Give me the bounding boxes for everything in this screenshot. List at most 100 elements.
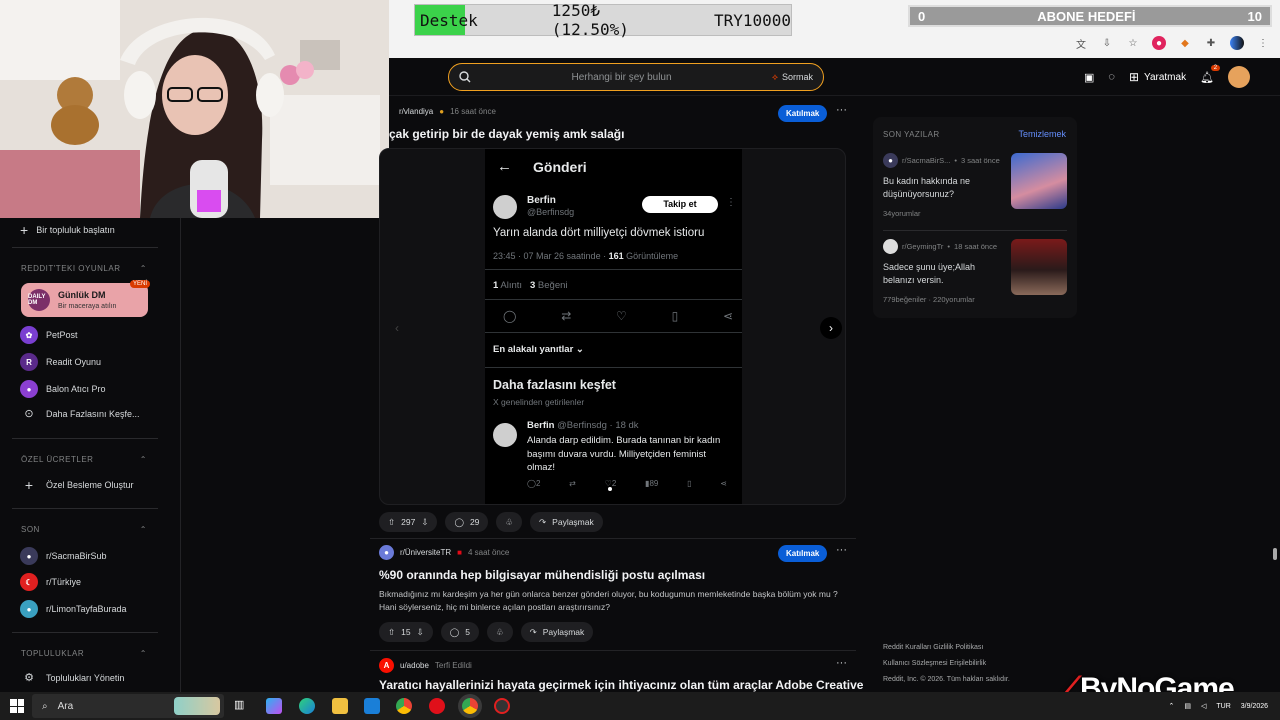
recent-sub-3[interactable]: ● r/LimonTayfaBurada [20,600,127,618]
award-icon: ♧ [495,626,504,637]
recent-post-1[interactable]: ● r/SacmaBirS... • 3 saat önce Bu kadın hak… [883,153,1067,223]
join-button[interactable]: Katılmak [778,105,828,122]
volume-icon[interactable]: ◁ [1201,702,1206,710]
recent-sub-2[interactable]: ☾ r/Türkiye [20,573,81,591]
translate-icon[interactable]: 文 [1074,36,1088,51]
daily-dm-card[interactable]: DAILY DM Günlük DM Bir maceraya atılın Y… [21,280,150,317]
opera-icon[interactable] [429,698,445,714]
tweet-text: Yarın alanda dört milliyetçi dövmek isti… [493,227,705,239]
search-highlight-image [174,697,220,715]
chat-icon[interactable]: ◌ [1108,71,1115,83]
search-bar[interactable]: Herhangi bir şey bulun ⟡ Sormak [448,63,824,91]
recent-post-title: Bu kadın hakkında ne düşünüyorsunuz? [883,176,971,199]
network-icon[interactable]: ▤ [1184,702,1191,710]
store-icon[interactable] [364,698,380,714]
copilot-icon[interactable] [266,698,282,714]
post-3-author[interactable]: u/adobe [400,661,429,670]
ads-icon[interactable]: ▣ [1084,71,1094,84]
discover-more-subtitle: X genelinden getirilenler [493,397,585,407]
recent-post-2[interactable]: r/GeymingTr • 18 saat önce Sadece şunu üye… [883,239,1067,309]
chevron-up-icon[interactable]: ⌃ [1168,702,1174,710]
footer-line-2[interactable]: Kullanıcı Sözleşmesi Erişilebilirlik [883,656,1073,672]
communities-title: TOPLULUKLAR [21,649,85,658]
daily-dm-logo: DAILY DM [28,289,50,311]
chrome-active-icon[interactable] [462,698,478,714]
more-options-icon[interactable]: ··· [836,657,847,669]
upvote-icon[interactable]: ⇧ [388,517,395,528]
chevron-up-icon: ⌃ [139,525,147,534]
upvote-icon[interactable]: ⇧ [388,627,395,638]
chrome-icon[interactable] [396,698,412,714]
install-app-icon[interactable]: ⇩ [1100,36,1114,50]
task-view-icon[interactable]: ▥ [234,698,250,714]
post-1-title[interactable]: çak getirip bir de dayak yemiş amk salağ… [389,127,624,141]
ask-button[interactable]: ⟡ Sormak [772,72,813,83]
scrollbar-thumb[interactable] [1273,548,1277,560]
post-1-subreddit[interactable]: r/vlandiya [399,107,433,116]
more-options-icon[interactable]: ··· [836,104,847,116]
adblock-icon[interactable]: ● [1152,36,1166,50]
gamepad-icon: ⊙ [24,408,34,420]
clear-recent-button[interactable]: Temizlemek [1018,129,1066,139]
create-button[interactable]: ⊞ Yaratmak [1129,70,1186,84]
footer-line-1[interactable]: Reddit Kuralları Gizlilik Politikası [883,640,1073,656]
share-icon: ↷ [529,626,537,637]
game-balon[interactable]: ● Balon Atıcı Pro [20,380,106,398]
custom-feeds-header[interactable]: ÖZEL ÜCRETLER ⌃ [21,455,147,464]
post-1-media[interactable]: ‹ › ← Gönderi Berfin @Berfinsdg Takip et… [379,148,846,505]
taskbar-search[interactable]: ⌕ Ara [32,694,224,718]
clock-date[interactable]: 3/9/2026 [1241,703,1268,710]
prev-image-icon[interactable]: ‹ [386,317,408,339]
recent-header[interactable]: SON ⌃ [21,525,147,534]
start-community-link[interactable]: + Bir topluluk başlatın [20,222,115,238]
share-button[interactable]: ↷ Paylaşmak [530,512,603,532]
vote-control[interactable]: ⇧ 15 ⇩ [379,622,433,642]
plus-icon: ⊞ [1128,70,1140,84]
vote-control[interactable]: ⇧ 297 ⇩ [379,512,438,532]
games-section-header[interactable]: REDDIT'TEKI OYUNLAR ⌃ [21,264,147,273]
edge-icon[interactable] [299,698,315,714]
discover-more-title: Daha fazlasını keşfet [493,378,616,392]
post-2-subreddit[interactable]: r/ÜniversiteTR [400,548,451,557]
file-explorer-icon[interactable] [332,698,348,714]
browser-menu-icon[interactable]: ⋮ [1256,36,1270,50]
more-options-icon[interactable]: ··· [836,544,847,556]
comments-button[interactable]: ◯ 5 [440,622,479,642]
tweet-views-count: 161 [608,251,624,261]
game-petpost[interactable]: ✿ PetPost [20,326,78,344]
recent-sub-label: r/Türkiye [46,577,82,587]
metamask-icon[interactable]: ◆ [1178,36,1192,50]
subscriber-goal-bar: 0 ABONE HEDEFİ 10 [908,5,1272,27]
page-scrollbar[interactable] [1270,96,1280,692]
recent-sub-1[interactable]: ● r/SacmaBirSub [20,547,107,565]
divider [12,438,158,439]
award-button[interactable]: ♧ [486,622,513,642]
post-1-time: 16 saat önce [450,107,496,116]
next-image-icon[interactable]: › [820,317,842,339]
taskbar-search-label: Ara [57,700,74,712]
extensions-puzzle-icon[interactable]: ✚ [1204,36,1218,50]
downvote-icon[interactable]: ⇩ [421,517,428,528]
notifications-icon[interactable]: 🔔︎ 2 [1200,64,1221,84]
discover-more-games[interactable]: ⊙ Daha Fazlasını Keşfe... [20,407,139,420]
create-custom-feed[interactable]: + Özel Besleme Oluştur [20,477,134,493]
avatar[interactable] [1228,66,1251,88]
share-button[interactable]: ↷ Paylaşmak [520,622,594,642]
join-button[interactable]: Katılmak [778,545,828,562]
game-readit[interactable]: R Readit Oyunu [20,353,101,371]
obs-icon[interactable] [494,698,510,714]
language-indicator[interactable]: TUR [1216,703,1230,710]
manage-communities[interactable]: ⚙ Toplulukları Yönetin [20,671,124,684]
post-3-title[interactable]: Yaratıcı hayallerinizi hayata geçirmek i… [379,678,863,692]
award-button[interactable]: ♧ [496,512,523,532]
comments-button[interactable]: ◯ 29 [445,512,489,532]
webcam-overlay [0,0,389,218]
communities-header[interactable]: TOPLULUKLAR ⌃ [21,649,147,658]
downvote-icon[interactable]: ⇩ [417,627,424,638]
profile-icon[interactable] [1230,36,1244,50]
recent-posts-title: SON YAZILAR [883,130,940,139]
divider [370,538,856,539]
post-2-title[interactable]: %90 oranında hep bilgisayar mühendisliği… [379,568,705,582]
bookmark-star-icon[interactable]: ☆ [1126,36,1140,50]
start-icon[interactable] [10,699,24,713]
